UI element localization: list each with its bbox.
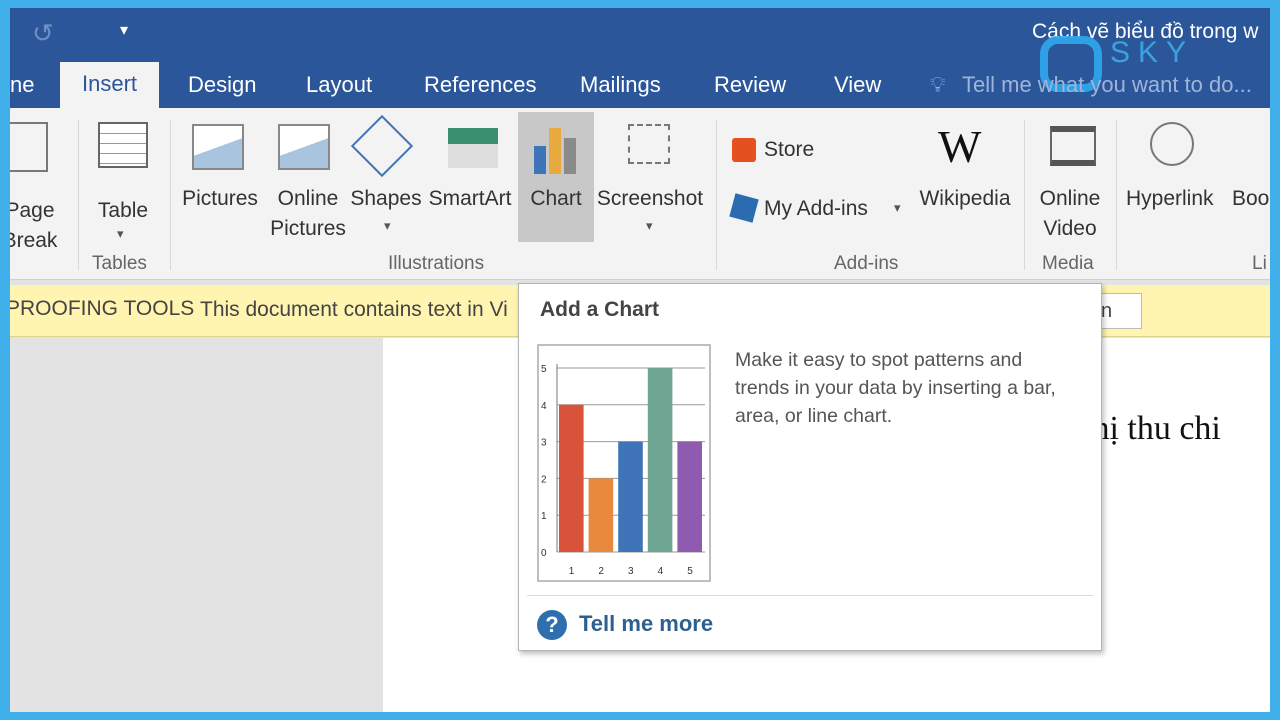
pictures-icon: [192, 124, 244, 170]
tab-view[interactable]: View: [834, 70, 881, 108]
pictures-button[interactable]: Pictures: [178, 184, 262, 214]
chart-button[interactable]: Chart: [518, 112, 594, 242]
tooltip-description: Make it easy to spot patterns and trends…: [735, 349, 1056, 427]
chevron-down-icon: ▾: [894, 200, 901, 215]
online-pictures-button[interactable]: Online Pictures: [266, 184, 350, 244]
table-button[interactable]: Table: [90, 196, 156, 226]
my-addins-button[interactable]: My Add-ins: [764, 194, 868, 224]
page-break-button[interactable]: Page Break: [10, 196, 60, 256]
title-bar: ↺ ▾ Cách vẽ biểu đồ trong w SKY ne Inser…: [10, 8, 1270, 108]
screenshot-button[interactable]: Screenshot: [594, 184, 706, 214]
bar: [647, 368, 673, 552]
chart-icon: [534, 146, 546, 174]
chart-preview: 0 1 2 3 4 5 1 2 3 4 5: [537, 344, 711, 582]
store-button[interactable]: Store: [764, 135, 814, 165]
store-icon: [732, 138, 756, 162]
x-tick-label: 4: [658, 566, 664, 577]
notice-text: This document contains text in Vi: [200, 298, 508, 321]
word-window: ↺ ▾ Cách vẽ biểu đồ trong w SKY ne Inser…: [10, 8, 1270, 712]
tab-layout[interactable]: Layout: [306, 70, 372, 108]
smartart-button[interactable]: SmartArt: [424, 184, 516, 214]
y-tick-label: 5: [541, 364, 547, 375]
page-break-icon: [10, 122, 48, 172]
online-video-button[interactable]: Online Video: [1032, 184, 1108, 244]
chart-label: Chart: [530, 187, 582, 210]
group-links: Li: [1252, 253, 1267, 274]
tab-mailings[interactable]: Mailings: [580, 70, 661, 108]
notice-label: PROOFING TOOLS: [10, 297, 195, 320]
chevron-down-icon: ▾: [117, 226, 124, 241]
bar: [559, 404, 584, 552]
shapes-button[interactable]: Shapes: [348, 184, 424, 214]
group-media: Media: [1042, 253, 1094, 274]
screenshot-icon: [628, 124, 670, 164]
chevron-down-icon: ▾: [384, 218, 391, 233]
undo-icon[interactable]: ↺: [32, 18, 54, 49]
y-tick-label: 0: [541, 548, 547, 559]
document-text: thị thu chi: [1083, 410, 1221, 447]
x-tick-label: 5: [687, 566, 693, 577]
group-tables: Tables: [92, 253, 147, 274]
tab-home[interactable]: ne: [10, 70, 34, 108]
bar: [677, 441, 702, 552]
wikipedia-icon: W: [938, 121, 982, 172]
group-illustrations: Illustrations: [388, 253, 485, 274]
hyperlink-icon: [1150, 122, 1194, 166]
x-tick-label: 2: [598, 566, 604, 577]
add-chart-tooltip: Add a Chart 0 1 2 3 4 5 1 2 3 4 5 Make it easy to …: [518, 283, 1102, 651]
tab-references[interactable]: References: [424, 70, 537, 108]
smartart-icon: [448, 128, 498, 168]
group-addins: Add-ins: [834, 253, 899, 274]
bar: [618, 441, 643, 552]
bar: [588, 478, 614, 552]
tab-review[interactable]: Review: [714, 70, 786, 108]
tell-me-more-link[interactable]: Tell me more: [579, 611, 713, 637]
x-tick-label: 3: [628, 566, 634, 577]
customize-toolbar-icon[interactable]: ▾: [120, 20, 128, 40]
tab-insert[interactable]: Insert: [60, 62, 160, 108]
bookmark-button[interactable]: Boo: [1232, 184, 1269, 214]
tell-me-input[interactable]: Tell me what you want to do...: [962, 70, 1252, 108]
divider: [527, 595, 1093, 596]
watermark: SKY: [1110, 36, 1195, 69]
y-tick-label: 3: [541, 438, 547, 449]
hyperlink-button[interactable]: Hyperlink: [1126, 184, 1214, 214]
help-icon: ?: [537, 610, 567, 640]
wikipedia-button[interactable]: Wikipedia: [910, 184, 1020, 214]
chevron-down-icon: ▾: [646, 218, 653, 233]
table-icon: [98, 122, 148, 168]
y-tick-label: 2: [541, 474, 547, 485]
tab-design[interactable]: Design: [188, 70, 256, 108]
tooltip-title: Add a Chart: [540, 298, 660, 321]
lightbulb-icon: 💡︎: [930, 72, 946, 97]
y-tick-label: 1: [541, 511, 547, 522]
online-video-icon: [1050, 126, 1096, 166]
x-tick-label: 1: [569, 566, 575, 577]
online-pictures-icon: [278, 124, 330, 170]
y-tick-label: 4: [541, 401, 547, 412]
